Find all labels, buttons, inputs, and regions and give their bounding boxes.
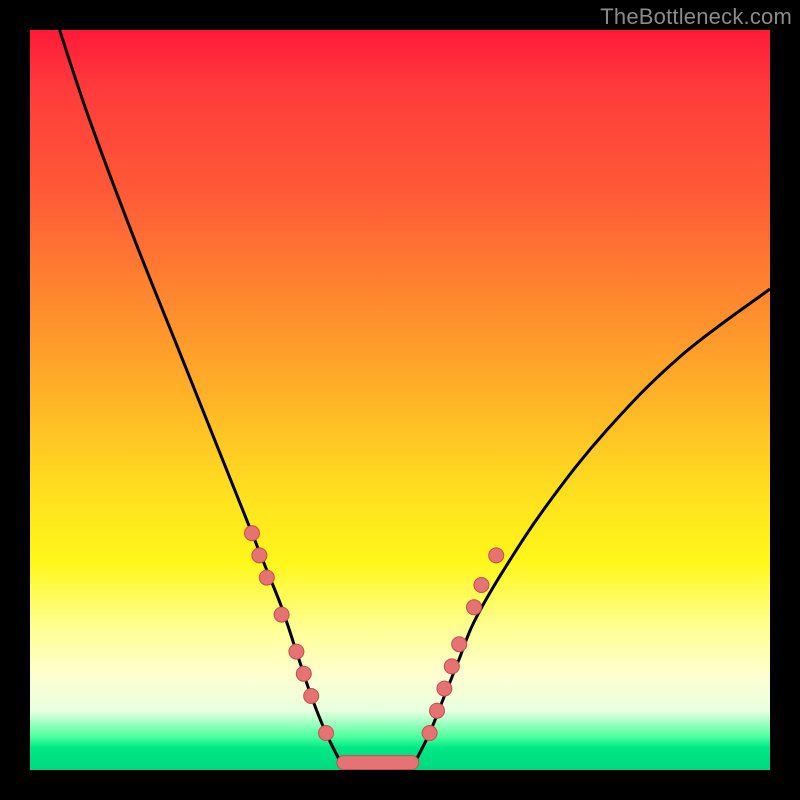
data-point-right <box>467 600 482 615</box>
data-point-left <box>296 666 311 681</box>
plot-area <box>30 30 770 770</box>
data-point-right <box>437 681 452 696</box>
watermark-text: TheBottleneck.com <box>600 4 792 30</box>
data-point-left <box>245 526 260 541</box>
data-point-right <box>489 548 504 563</box>
data-point-left <box>289 644 304 659</box>
data-point-left <box>319 726 334 741</box>
data-point-left <box>259 570 274 585</box>
curve-right <box>414 289 770 765</box>
data-point-right <box>452 637 467 652</box>
optimal-range-bar <box>337 756 419 770</box>
chart-frame: TheBottleneck.com <box>0 0 800 800</box>
data-point-left <box>304 689 319 704</box>
data-point-left <box>274 607 289 622</box>
data-point-right <box>444 659 459 674</box>
data-point-left <box>252 548 267 563</box>
bottleneck-curve-chart <box>30 30 770 770</box>
data-point-right <box>422 726 437 741</box>
data-point-right <box>474 578 489 593</box>
data-point-right <box>430 703 445 718</box>
